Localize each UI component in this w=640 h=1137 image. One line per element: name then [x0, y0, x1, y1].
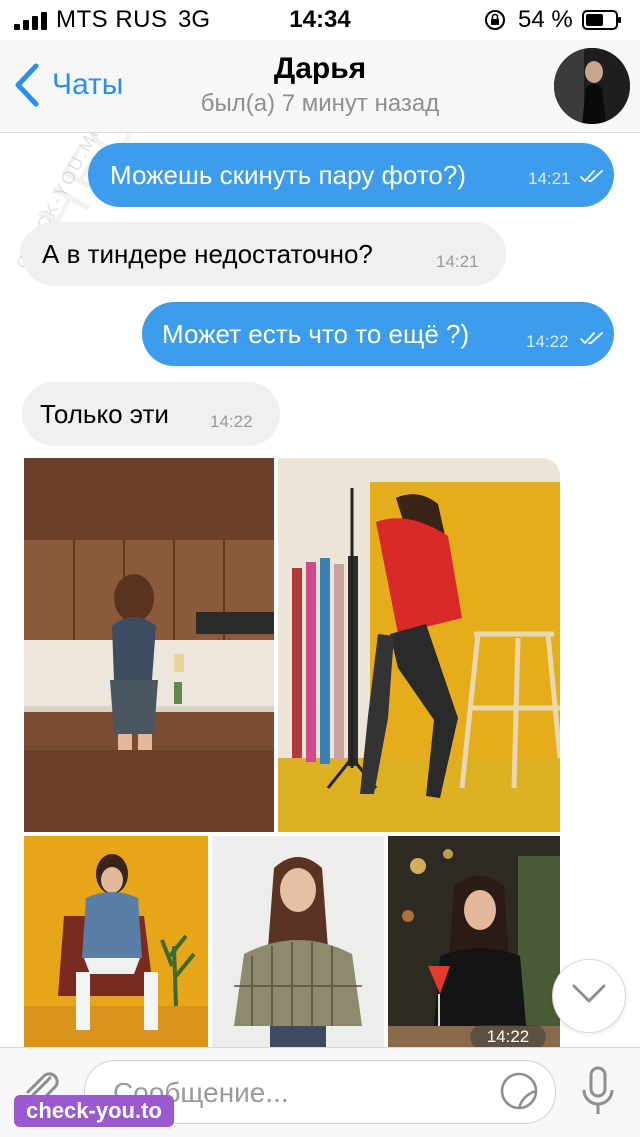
message-list[interactable]: CHECK YOU ME CHECK-YOU.ME Можешь скинуть…	[0, 133, 640, 1047]
message-time: 14:22	[210, 412, 253, 431]
album-photo[interactable]	[278, 458, 560, 832]
album-photo[interactable]	[388, 836, 560, 1047]
message-bubble-outgoing[interactable]: Может есть что то ещё ?) 14:22	[142, 302, 614, 366]
orientation-lock-icon	[485, 10, 505, 30]
message-time: 14:21	[436, 252, 479, 271]
chat-title[interactable]: Дарья	[0, 52, 640, 86]
album-photo[interactable]	[24, 836, 208, 1047]
read-check-icon	[580, 170, 603, 183]
chevron-down-icon	[572, 984, 606, 1003]
message-time: 14:22	[526, 332, 569, 351]
avatar[interactable]	[554, 48, 630, 124]
message-text: Можешь скинуть пару фото?)	[110, 160, 466, 190]
microphone-icon[interactable]	[578, 1064, 618, 1120]
message-text: Может есть что то ещё ?)	[162, 319, 470, 349]
read-check-icon	[580, 332, 603, 345]
message-time: 14:21	[528, 169, 571, 188]
battery-percent: 54 %	[518, 6, 573, 33]
battery-icon	[582, 10, 621, 30]
message-bubble-incoming[interactable]: Только эти 14:22	[22, 382, 280, 446]
sticker-icon[interactable]	[499, 1071, 539, 1111]
message-input-bar: check-you.to	[0, 1047, 640, 1137]
album-photo[interactable]	[212, 836, 384, 1047]
message-bubble-outgoing[interactable]: Можешь скинуть пару фото?) 14:21	[88, 143, 614, 207]
last-seen-status: был(а) 7 минут назад	[200, 90, 440, 117]
watermark-badge: check-you.to	[14, 1095, 174, 1127]
status-bar: MTS RUS 3G 14:34 54 %	[0, 0, 640, 40]
message-bubble-incoming[interactable]: А в тиндере недостаточно? 14:21	[22, 222, 506, 286]
chat-header: Чаты Дарья был(а) 7 минут назад	[0, 40, 640, 133]
message-text: Только эти	[40, 399, 169, 429]
scroll-down-button[interactable]	[552, 959, 626, 1033]
album-time: 14:22	[470, 1025, 546, 1047]
message-text: А в тиндере недостаточно?	[42, 239, 373, 269]
album-photo[interactable]	[24, 458, 274, 832]
